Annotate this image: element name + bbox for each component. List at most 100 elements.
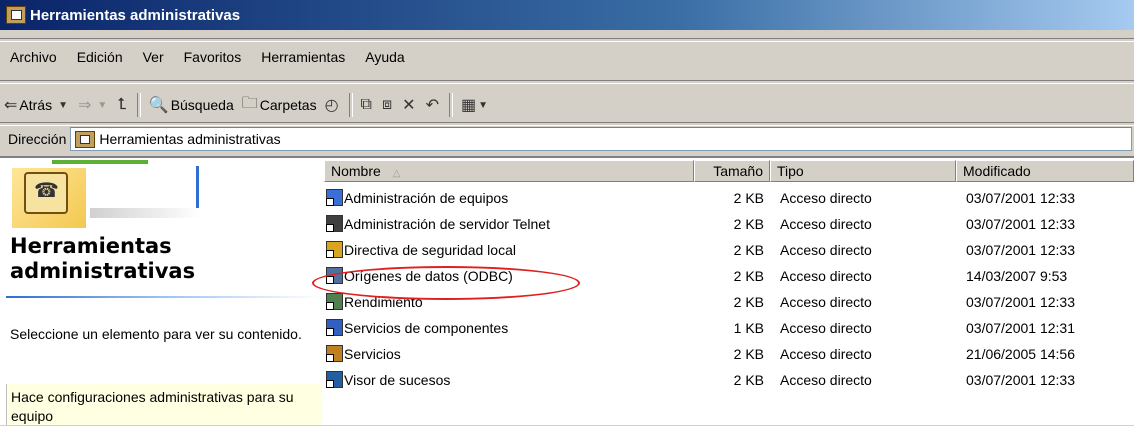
column-header-modified[interactable]: Modificado [956, 160, 1134, 182]
file-name-cell: Directiva de seguridad local [326, 238, 516, 262]
views-icon: ▦ [460, 97, 477, 114]
folder-banner: Herramientas administrativas [6, 158, 322, 298]
toolbar-separator [448, 93, 453, 117]
banner-decoration [90, 208, 200, 218]
file-type: Acceso directo [780, 190, 872, 206]
column-header-type[interactable]: Tipo [770, 160, 956, 182]
file-name-cell: Servicios [326, 342, 401, 366]
file-name-cell: Administración de equipos [326, 186, 508, 210]
file-modified: 14/03/2007 9:53 [966, 268, 1068, 284]
file-modified: 03/07/2001 12:33 [966, 372, 1075, 388]
toolbar-separator [136, 93, 141, 117]
file-size: 2 KB [733, 346, 764, 362]
file-name: Servicios de componentes [344, 320, 509, 336]
menu-edicion[interactable]: Edición [67, 49, 133, 65]
task-pane: Herramientas administrativas Seleccione … [6, 158, 322, 425]
file-type: Acceso directo [780, 320, 872, 336]
copy-to-button[interactable]: ⧈ [378, 92, 398, 118]
column-header-size[interactable]: Tamaño [694, 160, 770, 182]
menu-herramientas[interactable]: Herramientas [251, 49, 355, 65]
selection-prompt: Seleccione un elemento para ver su conte… [10, 326, 302, 342]
folders-icon: 🗀 [241, 94, 258, 112]
telnet-icon [326, 215, 343, 232]
back-arrow-icon: ⇐ [4, 97, 18, 114]
undo-icon: ↶ [425, 97, 439, 114]
window-titlebar[interactable]: Herramientas administrativas [0, 0, 1134, 30]
file-type: Acceso directo [780, 346, 872, 362]
file-modified: 03/07/2001 12:33 [966, 216, 1075, 232]
file-row[interactable]: Administración de equipos 2 KB Acceso dire… [324, 186, 1134, 210]
file-type: Acceso directo [780, 216, 872, 232]
folders-button[interactable]: 🗀 Carpetas [238, 92, 321, 118]
title-underline [6, 296, 322, 298]
file-size: 2 KB [733, 268, 764, 284]
column-header-name[interactable]: Nombre △ [324, 160, 694, 182]
file-row[interactable]: Servicios de componentes 1 KB Acceso direc… [324, 316, 1134, 340]
file-type: Acceso directo [780, 372, 872, 388]
file-size: 2 KB [733, 190, 764, 206]
address-bar: Dirección Herramientas administrativas [0, 124, 1134, 154]
folder-tools-icon [75, 130, 96, 148]
file-name: Administración de equipos [344, 190, 509, 206]
forward-arrow-icon: ⇒ [78, 97, 92, 114]
history-button[interactable]: ◴ [321, 92, 345, 118]
file-size: 2 KB [733, 216, 764, 232]
search-icon: 🔍 [148, 97, 169, 114]
file-type: Acceso directo [780, 268, 872, 284]
up-folder-button[interactable]: ⮤ [113, 92, 132, 118]
column-name-label: Nombre [331, 163, 381, 179]
divider [0, 80, 1134, 84]
admin-tools-icon [24, 172, 68, 214]
delete-button[interactable]: ✕ [398, 92, 421, 118]
sort-ascending-icon: △ [392, 168, 401, 179]
menu-favoritos[interactable]: Favoritos [174, 49, 252, 65]
services-icon [326, 345, 343, 362]
banner-decoration [52, 160, 148, 164]
history-icon: ◴ [324, 97, 339, 114]
file-modified: 03/07/2001 12:31 [966, 320, 1075, 336]
folders-label: Carpetas [259, 97, 317, 113]
dropdown-arrow-icon: ▼ [97, 99, 108, 111]
dropdown-arrow-icon: ▼ [58, 99, 68, 111]
up-folder-icon: ⮤ [117, 96, 127, 113]
folder-title-line2: administrativas [10, 259, 196, 283]
file-name: Visor de sucesos [344, 372, 451, 388]
views-button[interactable]: ▦ ▼ [457, 92, 494, 118]
file-name-cell: Servicios de componentes [326, 316, 508, 340]
file-type: Acceso directo [780, 294, 872, 310]
menu-ayuda[interactable]: Ayuda [355, 49, 414, 65]
move-to-button[interactable]: ⧉ [357, 92, 378, 118]
toolbar: ⇐ Atrás ▼ ⇒ ▼ ⮤ 🔍 Búsqueda 🗀 Carpetas ◴ … [0, 88, 1134, 122]
file-row[interactable]: Servicios 2 KB Acceso directo 21/06/2005 14… [324, 342, 1134, 366]
window-title: Herramientas administrativas [30, 6, 241, 24]
folder-title: Herramientas administrativas [10, 234, 195, 284]
search-button[interactable]: 🔍 Búsqueda [145, 92, 238, 118]
component-services-icon [326, 319, 343, 336]
performance-icon [326, 293, 343, 310]
file-size: 2 KB [733, 294, 764, 310]
event-viewer-icon [326, 371, 343, 388]
address-value: Herramientas administrativas [99, 131, 281, 147]
content-area: Herramientas administrativas Seleccione … [0, 156, 1134, 425]
menu-archivo[interactable]: Archivo [0, 49, 67, 65]
folder-title-line1: Herramientas [10, 234, 172, 258]
file-name: Servicios [344, 346, 401, 362]
computer-management-icon [326, 189, 343, 206]
menu-ver[interactable]: Ver [133, 49, 174, 65]
file-modified: 21/06/2005 14:56 [966, 346, 1075, 362]
menu-bar: Archivo Edición Ver Favoritos Herramient… [0, 42, 1134, 72]
file-name-cell: Visor de sucesos [326, 368, 450, 392]
file-size: 2 KB [733, 372, 764, 388]
file-row[interactable]: Directiva de seguridad local 2 KB Acceso d… [324, 238, 1134, 262]
file-row[interactable]: Visor de sucesos 2 KB Acceso directo 03/07/… [324, 368, 1134, 392]
file-size: 1 KB [733, 320, 764, 336]
search-label: Búsqueda [170, 97, 234, 113]
forward-button[interactable]: ⇒ ▼ [74, 92, 113, 118]
back-button[interactable]: ⇐ Atrás ▼ [0, 92, 74, 118]
folder-tools-icon [6, 6, 26, 24]
file-name-cell: Administración de servidor Telnet [326, 212, 550, 236]
security-policy-icon [326, 241, 343, 258]
file-row[interactable]: Administración de servidor Telnet 2 KB Acc… [324, 212, 1134, 236]
undo-button[interactable]: ↶ [422, 92, 445, 118]
address-input[interactable]: Herramientas administrativas [70, 127, 1132, 151]
